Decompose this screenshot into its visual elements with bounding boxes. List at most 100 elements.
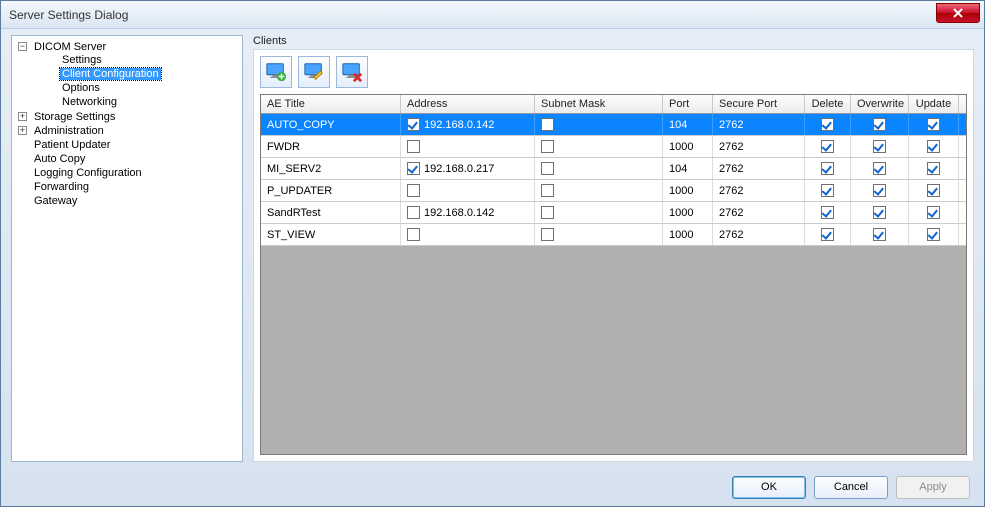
- cell-update[interactable]: [909, 114, 959, 135]
- cell-address[interactable]: [401, 180, 535, 201]
- cell-port[interactable]: 1000: [663, 202, 713, 223]
- checkbox-icon[interactable]: [927, 118, 940, 131]
- cell-overwrite[interactable]: [851, 202, 909, 223]
- cell-address[interactable]: [401, 224, 535, 245]
- expand-icon[interactable]: +: [18, 126, 27, 135]
- titlebar[interactable]: Server Settings Dialog: [1, 1, 984, 29]
- col-header-ae[interactable]: AE Title: [261, 95, 401, 113]
- col-header-subnet[interactable]: Subnet Mask: [535, 95, 663, 113]
- ok-button[interactable]: OK: [732, 476, 806, 499]
- tree-node-gateway[interactable]: Gateway: [18, 194, 240, 208]
- cell-port[interactable]: 104: [663, 158, 713, 179]
- col-header-update[interactable]: Update: [909, 95, 959, 113]
- checkbox-icon[interactable]: [873, 184, 886, 197]
- checkbox-icon[interactable]: [873, 228, 886, 241]
- checkbox-icon[interactable]: [541, 162, 554, 175]
- cell-subnet-mask[interactable]: [535, 136, 663, 157]
- cell-overwrite[interactable]: [851, 224, 909, 245]
- cell-delete[interactable]: [805, 158, 851, 179]
- col-header-port[interactable]: Port: [663, 95, 713, 113]
- checkbox-icon[interactable]: [407, 140, 420, 153]
- table-row[interactable]: MI_SERV2192.168.0.217 1042762: [261, 158, 966, 180]
- checkbox-icon[interactable]: [821, 118, 834, 131]
- cell-overwrite[interactable]: [851, 136, 909, 157]
- cell-address[interactable]: 192.168.0.142: [401, 202, 535, 223]
- checkbox-icon[interactable]: [821, 184, 834, 197]
- grid-header[interactable]: AE Title Address Subnet Mask Port Secure…: [261, 95, 966, 114]
- nav-tree[interactable]: −DICOM ServerSettingsClient Configuratio…: [14, 40, 240, 208]
- cell-ae-title[interactable]: MI_SERV2: [261, 158, 401, 179]
- checkbox-icon[interactable]: [873, 118, 886, 131]
- cell-subnet-mask[interactable]: [535, 224, 663, 245]
- cell-secure-port[interactable]: 2762: [713, 224, 805, 245]
- cell-secure-port[interactable]: 2762: [713, 114, 805, 135]
- col-header-delete[interactable]: Delete: [805, 95, 851, 113]
- checkbox-icon[interactable]: [821, 162, 834, 175]
- table-row[interactable]: SandRTest192.168.0.14210002762: [261, 202, 966, 224]
- add-client-button[interactable]: [260, 56, 292, 88]
- col-header-address[interactable]: Address: [401, 95, 535, 113]
- tree-node-dicom-server[interactable]: −DICOM ServerSettingsClient Configuratio…: [18, 40, 240, 110]
- cell-secure-port[interactable]: 2762: [713, 158, 805, 179]
- checkbox-icon[interactable]: [927, 162, 940, 175]
- checkbox-icon[interactable]: [927, 228, 940, 241]
- checkbox-icon[interactable]: [407, 184, 420, 197]
- checkbox-icon[interactable]: [927, 206, 940, 219]
- checkbox-icon[interactable]: [821, 228, 834, 241]
- cell-delete[interactable]: [805, 224, 851, 245]
- cell-ae-title[interactable]: FWDR: [261, 136, 401, 157]
- cell-subnet-mask[interactable]: [535, 114, 663, 135]
- cell-delete[interactable]: [805, 114, 851, 135]
- cell-address[interactable]: 192.168.0.142: [401, 114, 535, 135]
- checkbox-icon[interactable]: [873, 162, 886, 175]
- delete-client-button[interactable]: [336, 56, 368, 88]
- close-button[interactable]: [936, 3, 980, 23]
- expand-icon[interactable]: −: [18, 42, 27, 51]
- tree-node-auto-copy[interactable]: Auto Copy: [18, 152, 240, 166]
- edit-client-button[interactable]: [298, 56, 330, 88]
- cell-address[interactable]: [401, 136, 535, 157]
- tree-node-administration[interactable]: +Administration: [18, 124, 240, 138]
- col-header-overwrite[interactable]: Overwrite: [851, 95, 909, 113]
- checkbox-icon[interactable]: [541, 184, 554, 197]
- cell-overwrite[interactable]: [851, 158, 909, 179]
- checkbox-icon[interactable]: [873, 206, 886, 219]
- table-row[interactable]: P_UPDATER10002762: [261, 180, 966, 202]
- tree-node-settings[interactable]: Settings: [46, 53, 240, 67]
- cell-port[interactable]: 1000: [663, 136, 713, 157]
- tree-node-logging-configuration[interactable]: Logging Configuration: [18, 166, 240, 180]
- cell-delete[interactable]: [805, 202, 851, 223]
- checkbox-icon[interactable]: [541, 228, 554, 241]
- cell-subnet-mask[interactable]: [535, 202, 663, 223]
- cell-port[interactable]: 1000: [663, 180, 713, 201]
- cell-overwrite[interactable]: [851, 180, 909, 201]
- col-header-secure-port[interactable]: Secure Port: [713, 95, 805, 113]
- cell-update[interactable]: [909, 224, 959, 245]
- cell-address[interactable]: 192.168.0.217: [401, 158, 535, 179]
- checkbox-icon[interactable]: [927, 140, 940, 153]
- cell-ae-title[interactable]: ST_VIEW: [261, 224, 401, 245]
- cell-update[interactable]: [909, 202, 959, 223]
- cell-subnet-mask[interactable]: [535, 158, 663, 179]
- cell-update[interactable]: [909, 136, 959, 157]
- cell-ae-title[interactable]: SandRTest: [261, 202, 401, 223]
- checkbox-icon[interactable]: [821, 206, 834, 219]
- cell-delete[interactable]: [805, 136, 851, 157]
- checkbox-icon[interactable]: [821, 140, 834, 153]
- clients-grid[interactable]: AE Title Address Subnet Mask Port Secure…: [260, 94, 967, 455]
- tree-node-client-configuration[interactable]: Client Configuration: [46, 67, 240, 81]
- checkbox-icon[interactable]: [407, 228, 420, 241]
- table-row[interactable]: AUTO_COPY192.168.0.1421042762: [261, 114, 966, 136]
- checkbox-icon[interactable]: [407, 206, 420, 219]
- cell-update[interactable]: [909, 158, 959, 179]
- cell-update[interactable]: [909, 180, 959, 201]
- checkbox-icon[interactable]: [927, 184, 940, 197]
- cell-ae-title[interactable]: AUTO_COPY: [261, 114, 401, 135]
- cell-overwrite[interactable]: [851, 114, 909, 135]
- cell-ae-title[interactable]: P_UPDATER: [261, 180, 401, 201]
- tree-node-storage-settings[interactable]: +Storage Settings: [18, 110, 240, 124]
- checkbox-icon[interactable]: [407, 118, 420, 131]
- checkbox-icon[interactable]: [873, 140, 886, 153]
- cancel-button[interactable]: Cancel: [814, 476, 888, 499]
- tree-node-forwarding[interactable]: Forwarding: [18, 180, 240, 194]
